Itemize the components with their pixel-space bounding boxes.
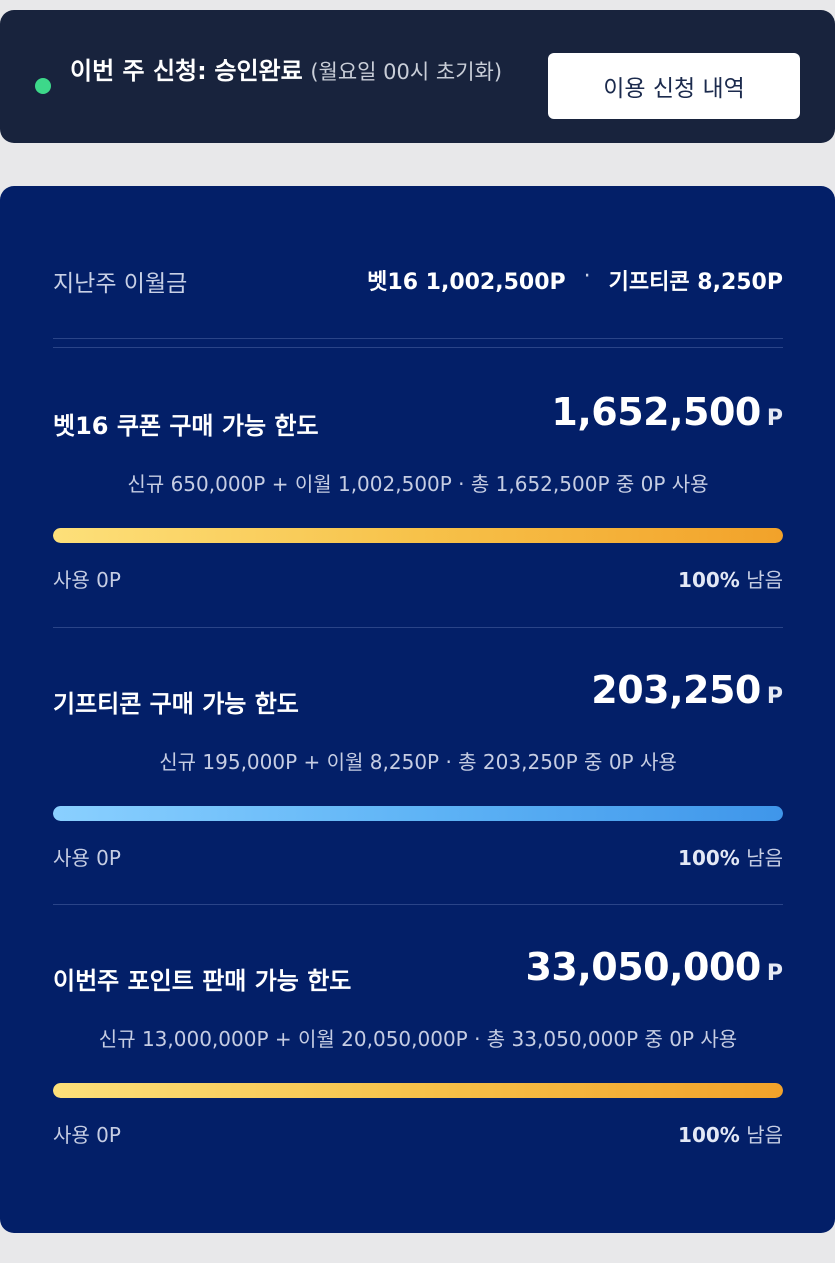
- limit-remaining: 100% 남음: [678, 1119, 783, 1148]
- carryover-gift-value: 기프티콘 8,250P: [608, 270, 783, 295]
- carryover-values: 벳16 1,002,500P · 기프티콘 8,250P: [367, 264, 783, 296]
- limit-amount-value: 1,652,500: [551, 390, 761, 434]
- limit-remaining-pct: 100%: [678, 568, 740, 592]
- limit-amount: 33,050,000 P: [525, 945, 783, 989]
- limit-remaining-pct: 100%: [678, 1123, 740, 1147]
- limit-amount: 203,250 P: [591, 668, 783, 712]
- usage-history-button[interactable]: 이용 신청 내역: [548, 53, 800, 119]
- limit-remaining-label: 남음: [746, 568, 783, 592]
- carryover-bet-value: 벳16 1,002,500P: [367, 270, 566, 295]
- limit-progress-bar: [53, 1083, 783, 1098]
- limit-amount-unit: P: [766, 684, 783, 709]
- limit-used: 사용 0P: [53, 846, 121, 870]
- divider: [53, 338, 783, 339]
- status-dot-icon: [35, 78, 51, 94]
- divider: [53, 627, 783, 628]
- limit-used: 사용 0P: [53, 1123, 121, 1147]
- status-title-value: 승인완료: [214, 57, 303, 85]
- limit-section-gifticon: 기프티콘 구매 가능 한도 203,250 P 신규 195,000P + 이월…: [53, 668, 783, 908]
- divider: [53, 347, 783, 348]
- weekly-status: 이번 주 신청: 승인완료 (월요일 00시 초기화): [70, 50, 530, 93]
- limit-amount-value: 33,050,000: [525, 945, 761, 989]
- limit-title: 이번주 포인트 판매 가능 한도: [53, 967, 352, 995]
- divider: [53, 904, 783, 905]
- limit-amount-value: 203,250: [591, 668, 761, 712]
- limit-section-points-sale: 이번주 포인트 판매 가능 한도 33,050,000 P 신규 13,000,…: [53, 945, 783, 1185]
- limit-progress-bar: [53, 528, 783, 543]
- limit-progress-fill: [53, 528, 783, 543]
- limit-description: 신규 195,000P + 이월 8,250P · 총 203,250P 중 0…: [159, 750, 677, 774]
- limit-amount: 1,652,500 P: [551, 390, 783, 434]
- limit-remaining-label: 남음: [746, 1123, 783, 1147]
- limit-remaining: 100% 남음: [678, 564, 783, 593]
- limit-remaining: 100% 남음: [678, 842, 783, 871]
- carryover-row: 지난주 이월금 벳16 1,002,500P · 기프티콘 8,250P: [53, 256, 783, 304]
- limit-remaining-pct: 100%: [678, 846, 740, 870]
- status-title-prefix: 이번 주 신청:: [70, 57, 207, 85]
- limit-description: 신규 13,000,000P + 이월 20,050,000P · 총 33,0…: [98, 1027, 738, 1051]
- limit-progress-fill: [53, 1083, 783, 1098]
- status-reset-note: (월요일 00시 초기화): [310, 60, 503, 84]
- limit-description: 신규 650,000P + 이월 1,002,500P · 총 1,652,50…: [127, 472, 709, 496]
- limit-title: 벳16 쿠폰 구매 가능 한도: [53, 412, 319, 440]
- limit-progress-bar: [53, 806, 783, 821]
- limits-panel: 지난주 이월금 벳16 1,002,500P · 기프티콘 8,250P 벳16…: [0, 186, 835, 1233]
- carryover-label: 지난주 이월금: [53, 271, 188, 297]
- limit-title: 기프티콘 구매 가능 한도: [53, 690, 299, 718]
- limit-remaining-label: 남음: [746, 846, 783, 870]
- status-bar: 이번 주 신청: 승인완료 (월요일 00시 초기화) 이용 신청 내역: [0, 10, 835, 143]
- limit-section-bet16: 벳16 쿠폰 구매 가능 한도 1,652,500 P 신규 650,000P …: [53, 390, 783, 630]
- limit-amount-unit: P: [766, 961, 783, 986]
- carryover-separator: ·: [583, 264, 591, 289]
- limit-amount-unit: P: [766, 406, 783, 431]
- limit-progress-fill: [53, 806, 783, 821]
- limit-used: 사용 0P: [53, 568, 121, 592]
